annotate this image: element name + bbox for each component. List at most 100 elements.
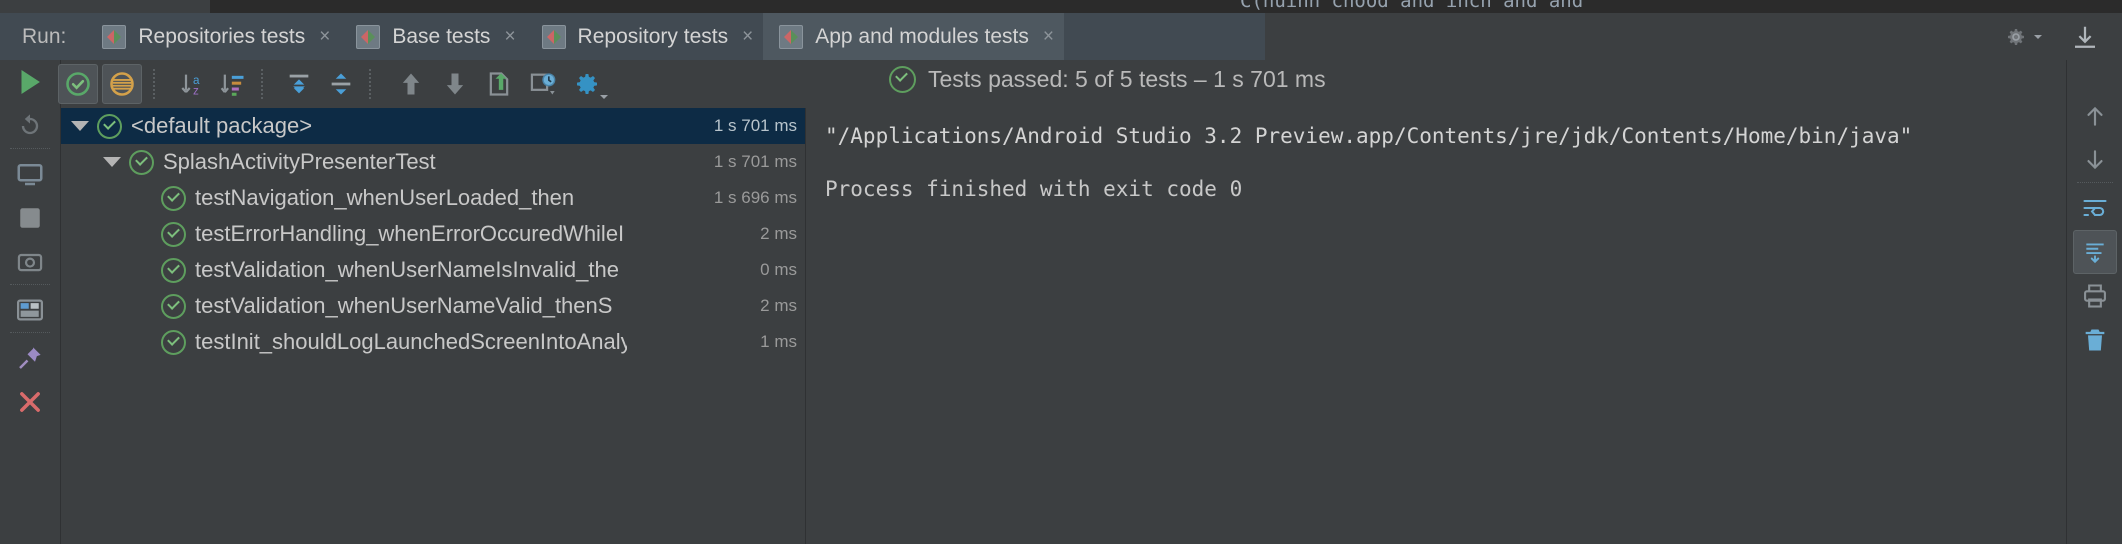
rerun-failed-tests-button[interactable]: [8, 104, 52, 148]
toolbar-divider: [2077, 182, 2113, 183]
green-check-circle-icon: [129, 150, 154, 175]
run-config-icon: [542, 25, 566, 49]
table-row[interactable]: testNavigation_whenUserLoaded_then 1 s 6…: [61, 180, 805, 216]
table-row[interactable]: testErrorHandling_whenErrorOccuredWhileI…: [61, 216, 805, 252]
sort-alphabetically-button[interactable]: a z: [173, 64, 213, 104]
toolbar-divider: [369, 69, 371, 99]
test-name: <default package>: [131, 113, 312, 139]
show-passed-button[interactable]: [58, 64, 98, 104]
test-status-text: Tests passed: 5 of 5 tests – 1 s 701 ms: [928, 66, 1326, 93]
gear-icon: [2004, 25, 2028, 49]
print-button[interactable]: [2073, 274, 2117, 318]
printer-icon: [2081, 282, 2109, 310]
tab-repositories-tests[interactable]: Repositories tests ×: [86, 13, 340, 60]
arrow-up-icon: [397, 70, 425, 98]
export-test-results-button[interactable]: [479, 64, 519, 104]
table-row[interactable]: <default package> 1 s 701 ms: [61, 108, 805, 144]
editor-sliver: C(nuinn chood and inch and and: [0, 0, 2122, 13]
tabstrip-settings-button[interactable]: [2004, 25, 2044, 49]
console-actions-toolbar: [2066, 60, 2122, 544]
tab-label: Base tests: [392, 25, 490, 49]
tab-app-and-modules-tests[interactable]: App and modules tests ×: [763, 13, 1064, 60]
test-status-line: Tests passed: 5 of 5 tests – 1 s 701 ms: [889, 66, 1326, 93]
collapse-all-button[interactable]: [321, 64, 361, 104]
hide-panel-icon: [2070, 23, 2100, 53]
auto-test-icon: [15, 159, 45, 189]
arrow-down-icon: [441, 70, 469, 98]
export-icon: [485, 70, 513, 98]
run-config-icon: [779, 25, 803, 49]
close-x-icon: [16, 388, 44, 416]
expand-all-icon: [285, 70, 313, 98]
scroll-end-icon: [2082, 239, 2108, 265]
next-failed-test-button[interactable]: [435, 64, 475, 104]
editor-ghost-text: C(nuinn chood and inch and and: [1240, 0, 1583, 12]
test-name: testValidation_whenUserNameIsInvalid_the…: [195, 257, 619, 283]
trash-icon: [2081, 326, 2109, 354]
chevron-down-icon: [599, 92, 609, 102]
test-name: testInit_shouldLogLaunchedScreenIntoAnal…: [195, 329, 627, 355]
blue-gear-icon: [572, 69, 602, 99]
test-name: SplashActivityPresenterTest: [163, 149, 436, 175]
test-duration: 1 s 701 ms: [708, 152, 797, 172]
scroll-up-button[interactable]: [2073, 94, 2117, 138]
sort-by-duration-button[interactable]: [213, 64, 253, 104]
green-check-circle-icon: [97, 114, 122, 139]
chevron-down-icon[interactable]: [71, 121, 89, 131]
hide-panel-button[interactable]: [2070, 23, 2100, 53]
test-duration: 2 ms: [754, 296, 797, 316]
table-row[interactable]: testInit_shouldLogLaunchedScreenIntoAnal…: [61, 324, 805, 360]
close-button[interactable]: [8, 380, 52, 424]
tab-repository-tests[interactable]: Repository tests ×: [526, 13, 764, 60]
close-icon[interactable]: ×: [504, 27, 515, 46]
soft-wrap-button[interactable]: [2073, 186, 2117, 230]
history-icon: [529, 70, 557, 98]
test-settings-button[interactable]: [567, 64, 607, 104]
stop-button[interactable]: [8, 196, 52, 240]
green-check-circle-icon: [64, 70, 92, 98]
arrow-down-icon: [2082, 147, 2108, 173]
run-label: Run:: [22, 25, 66, 49]
console-exit-line: Process finished with exit code 0: [825, 173, 2034, 206]
orange-striped-circle-icon: [108, 70, 136, 98]
test-tree[interactable]: <default package> 1 s 701 ms SplashActiv…: [61, 108, 806, 544]
previous-failed-test-button[interactable]: [391, 64, 431, 104]
test-duration: 1 s 701 ms: [708, 116, 797, 136]
console-blank-line: [825, 153, 2034, 173]
toolbar-divider: [261, 69, 263, 99]
dump-threads-button[interactable]: [8, 240, 52, 284]
green-check-circle-icon: [161, 258, 186, 283]
test-name: testNavigation_whenUserLoaded_then: [195, 185, 574, 211]
table-row[interactable]: testValidation_whenUserNameValid_thenSh …: [61, 288, 805, 324]
chevron-down-icon: [2032, 31, 2044, 43]
expand-all-button[interactable]: [279, 64, 319, 104]
tab-base-tests[interactable]: Base tests ×: [340, 13, 525, 60]
test-duration: 0 ms: [754, 260, 797, 280]
layout-icon: [15, 295, 45, 325]
scroll-down-button[interactable]: [2073, 138, 2117, 182]
rerun-failed-icon: [16, 112, 44, 140]
toggle-auto-test-button[interactable]: [8, 152, 52, 196]
show-ignored-button[interactable]: [102, 64, 142, 104]
scroll-to-end-button[interactable]: [2073, 230, 2117, 274]
close-icon[interactable]: ×: [1043, 27, 1054, 46]
close-icon[interactable]: ×: [742, 27, 753, 46]
table-row[interactable]: testValidation_whenUserNameIsInvalid_the…: [61, 252, 805, 288]
green-check-circle-icon: [161, 186, 186, 211]
close-icon[interactable]: ×: [319, 27, 330, 46]
test-history-button[interactable]: [523, 64, 563, 104]
collapse-all-icon: [327, 70, 355, 98]
test-name: testErrorHandling_whenErrorOccuredWhileI: [195, 221, 624, 247]
clear-all-button[interactable]: [2073, 318, 2117, 362]
test-duration: 2 ms: [754, 224, 797, 244]
layout-settings-button[interactable]: [8, 288, 52, 332]
pin-tab-button[interactable]: [8, 336, 52, 380]
editor-gutter: [0, 0, 210, 13]
test-name: testValidation_whenUserNameValid_thenSh: [195, 293, 613, 319]
table-row[interactable]: SplashActivityPresenterTest 1 s 701 ms: [61, 144, 805, 180]
run-tabstrip: Run: Repositories tests × Base tests × R…: [0, 13, 2122, 60]
chevron-down-icon[interactable]: [103, 157, 121, 167]
run-config-icon: [356, 25, 380, 49]
rerun-tests-button[interactable]: [8, 60, 52, 104]
console-output[interactable]: "/Applications/Android Studio 3.2 Previe…: [807, 108, 2034, 544]
